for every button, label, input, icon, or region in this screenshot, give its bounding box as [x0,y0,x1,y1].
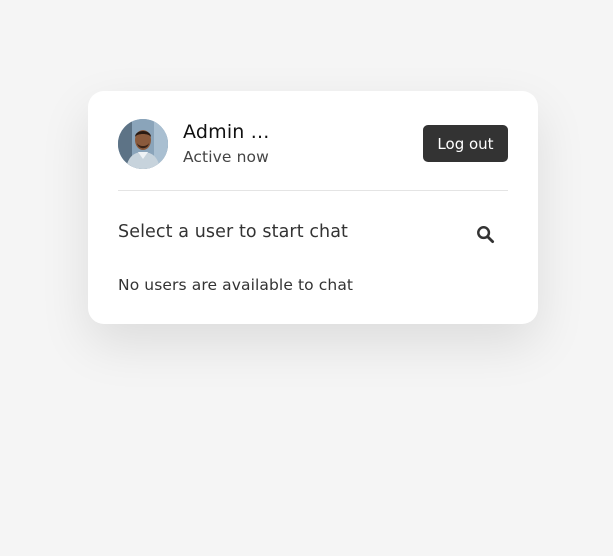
chat-users-panel: Admin ... Active now Log out Select a us… [88,91,538,324]
logout-button[interactable]: Log out [423,125,508,162]
search-prompt-text: Select a user to start chat [118,222,349,242]
user-status: Active now [183,148,269,166]
search-icon [476,225,494,243]
panel-header: Admin ... Active now Log out [118,119,508,169]
user-name: Admin ... [183,121,270,143]
avatar [118,119,168,169]
search-bar: Select a user to start chat [118,219,508,249]
avatar-photo [118,119,168,169]
search-button[interactable] [472,221,498,247]
header-divider [118,190,508,191]
user-info: Admin ... Active now [183,119,270,168]
empty-users-message: No users are available to chat [118,276,354,294]
